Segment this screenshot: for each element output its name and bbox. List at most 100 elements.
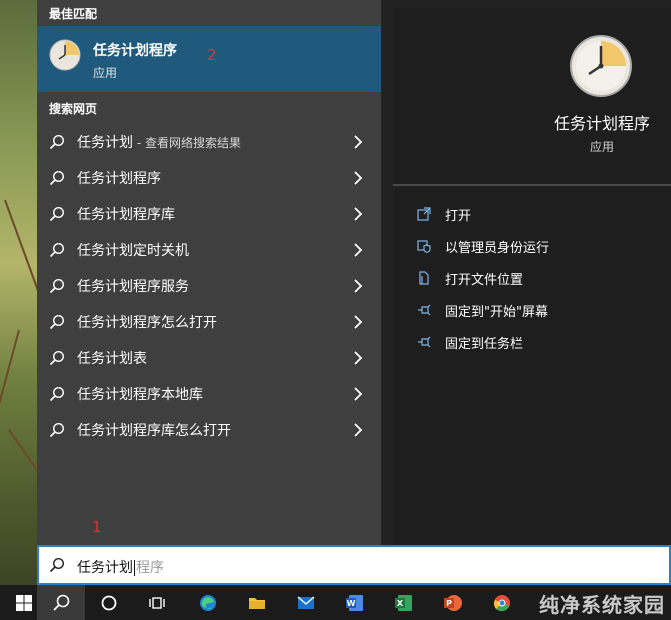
web-search-item-label: 任务计划程序服务 (77, 276, 189, 296)
mail-button[interactable] (282, 585, 330, 620)
powerpoint-button[interactable]: P (429, 585, 477, 620)
search-typed-text: 任务计划 (77, 560, 133, 576)
preview-divider (393, 184, 671, 186)
watermark: 纯净系统家园 (539, 593, 665, 617)
preview-actions: 打开以管理员身份运行 打开文件位置固定到"开始"屏幕 固定到任务栏 (417, 198, 549, 358)
search-icon (49, 350, 65, 366)
web-search-item[interactable]: 任务计划程序库怎么打开 (37, 412, 381, 448)
chrome-button[interactable] (478, 585, 526, 620)
web-search-item-text: 任务计划程序服务 (77, 279, 189, 295)
preview-action-1[interactable]: 以管理员身份运行 (417, 230, 549, 262)
web-search-item-label: 任务计划定时关机 (77, 240, 189, 260)
chrome-icon (494, 594, 510, 611)
pin-icon (418, 304, 431, 316)
chevron-right-icon (354, 135, 363, 149)
chevron-right-icon (354, 243, 363, 257)
web-search-item[interactable]: 任务计划表 (37, 340, 381, 376)
preview-app-name: 任务计划程序 (553, 114, 650, 133)
excel-icon: X (395, 594, 412, 611)
edge-browser-icon (200, 594, 216, 611)
web-search-item-label: 任务计划程序本地库 (77, 384, 203, 404)
search-icon (49, 206, 65, 222)
taskbar: W X P 纯净系统家园 (0, 585, 671, 620)
preview-action-3[interactable]: 固定到"开始"屏幕 (417, 294, 549, 326)
web-search-item[interactable]: 任务计划程序 (37, 160, 381, 196)
web-search-item[interactable]: 任务计划程序怎么打开 (37, 304, 381, 340)
powerpoint-icon: P (444, 594, 462, 611)
desktop-wallpaper (0, 0, 40, 588)
web-search-item-text: 任务计划程序库 (77, 207, 175, 223)
web-search-item-subtext: - 查看网络搜索结果 (133, 136, 241, 150)
edge-button[interactable] (184, 585, 232, 620)
search-icon (49, 422, 65, 438)
text-caret (134, 560, 135, 576)
web-search-item[interactable]: 任务计划定时关机 (37, 232, 381, 268)
annotation-step-2: 2 (207, 46, 217, 64)
best-match-app-type: 应用 (93, 66, 118, 80)
preview-app-type: 应用 (589, 140, 614, 154)
annotation-step-1: 1 (92, 518, 102, 536)
search-icon (49, 242, 65, 258)
web-search-item-label: 任务计划表 (77, 348, 147, 368)
shield-icon (417, 240, 431, 253)
web-search-item-label: 任务计划程序 (77, 168, 161, 188)
task-scheduler-icon (49, 39, 81, 71)
chevron-right-icon (354, 315, 363, 329)
web-search-item[interactable]: 任务计划程序库 (37, 196, 381, 232)
web-search-item[interactable]: 任务计划程序服务 (37, 268, 381, 304)
file-explorer-button[interactable] (233, 585, 281, 620)
start-menu: 最佳匹配 任务计划程序 应用 2 搜索网页 任务计划 - 查看网络搜索结果 任务计… (37, 0, 671, 545)
chevron-right-icon (354, 351, 363, 365)
web-search-item-label: 任务计划程序库怎么打开 (77, 420, 231, 440)
svg-text:P: P (446, 599, 452, 608)
chevron-right-icon (354, 279, 363, 293)
mail-icon (297, 595, 315, 609)
web-search-item-text: 任务计划表 (77, 351, 147, 367)
word-button[interactable]: W (331, 585, 379, 620)
windows-logo-icon (16, 594, 32, 611)
web-search-item-label: 任务计划程序怎么打开 (77, 312, 217, 332)
search-icon (53, 594, 70, 611)
search-icon (49, 557, 65, 573)
excel-button[interactable]: X (380, 585, 428, 620)
svg-text:W: W (347, 599, 356, 608)
word-icon: W (346, 594, 363, 611)
preview-action-2[interactable]: 打开文件位置 (417, 262, 549, 294)
preview-action-4[interactable]: 固定到任务栏 (417, 326, 549, 358)
chevron-right-icon (354, 387, 363, 401)
cortana-button[interactable] (85, 585, 133, 620)
task-scheduler-large-icon (570, 35, 632, 97)
search-input[interactable]: 任务计划 程序 (37, 545, 671, 585)
web-search-item[interactable]: 任务计划 - 查看网络搜索结果 (37, 124, 381, 160)
web-search-heading: 搜索网页 (49, 102, 98, 116)
task-view-icon (149, 596, 165, 609)
folder-icon (249, 597, 265, 609)
taskbar-search-button[interactable] (37, 585, 85, 620)
search-suggestion-text: 程序 (136, 560, 164, 576)
preview-action-label: 以管理员身份运行 (445, 240, 550, 256)
cortana-circle-icon (101, 595, 117, 610)
search-results-pane: 最佳匹配 任务计划程序 应用 2 搜索网页 任务计划 - 查看网络搜索结果 任务计… (37, 0, 381, 545)
preview-action-label: 固定到"开始"屏幕 (445, 304, 548, 320)
preview-action-label: 固定到任务栏 (445, 336, 524, 352)
preview-action-label: 打开 (445, 208, 472, 224)
search-icon (49, 170, 65, 186)
search-icon (49, 386, 65, 402)
best-match-item[interactable]: 任务计划程序 应用 2 (37, 26, 381, 92)
search-text: 任务计划 程序 (77, 557, 164, 577)
svg-text:X: X (397, 599, 404, 608)
preview-action-label: 打开文件位置 (445, 272, 524, 288)
web-search-item-text: 任务计划程序 (77, 171, 161, 187)
web-search-item[interactable]: 任务计划程序本地库 (37, 376, 381, 412)
web-search-item-text: 任务计划定时关机 (77, 243, 189, 259)
search-icon (49, 278, 65, 294)
pin-icon (418, 336, 431, 348)
task-view-button[interactable] (133, 585, 181, 620)
app-preview-pane: 任务计划程序 应用 打开以管理员身份运行 打开文件位置固定到"开始"屏幕 固定到任务… (393, 8, 671, 545)
best-match-app-name: 任务计划程序 (93, 43, 177, 59)
web-search-item-text: 任务计划程序本地库 (77, 387, 203, 403)
preview-action-0[interactable]: 打开 (417, 198, 549, 230)
web-search-item-text: 任务计划 (77, 135, 133, 151)
file-location-icon (419, 271, 429, 285)
web-search-list: 任务计划 - 查看网络搜索结果 任务计划程序 任务计划程序库 任务计划定时关机 任务计划… (37, 124, 381, 448)
